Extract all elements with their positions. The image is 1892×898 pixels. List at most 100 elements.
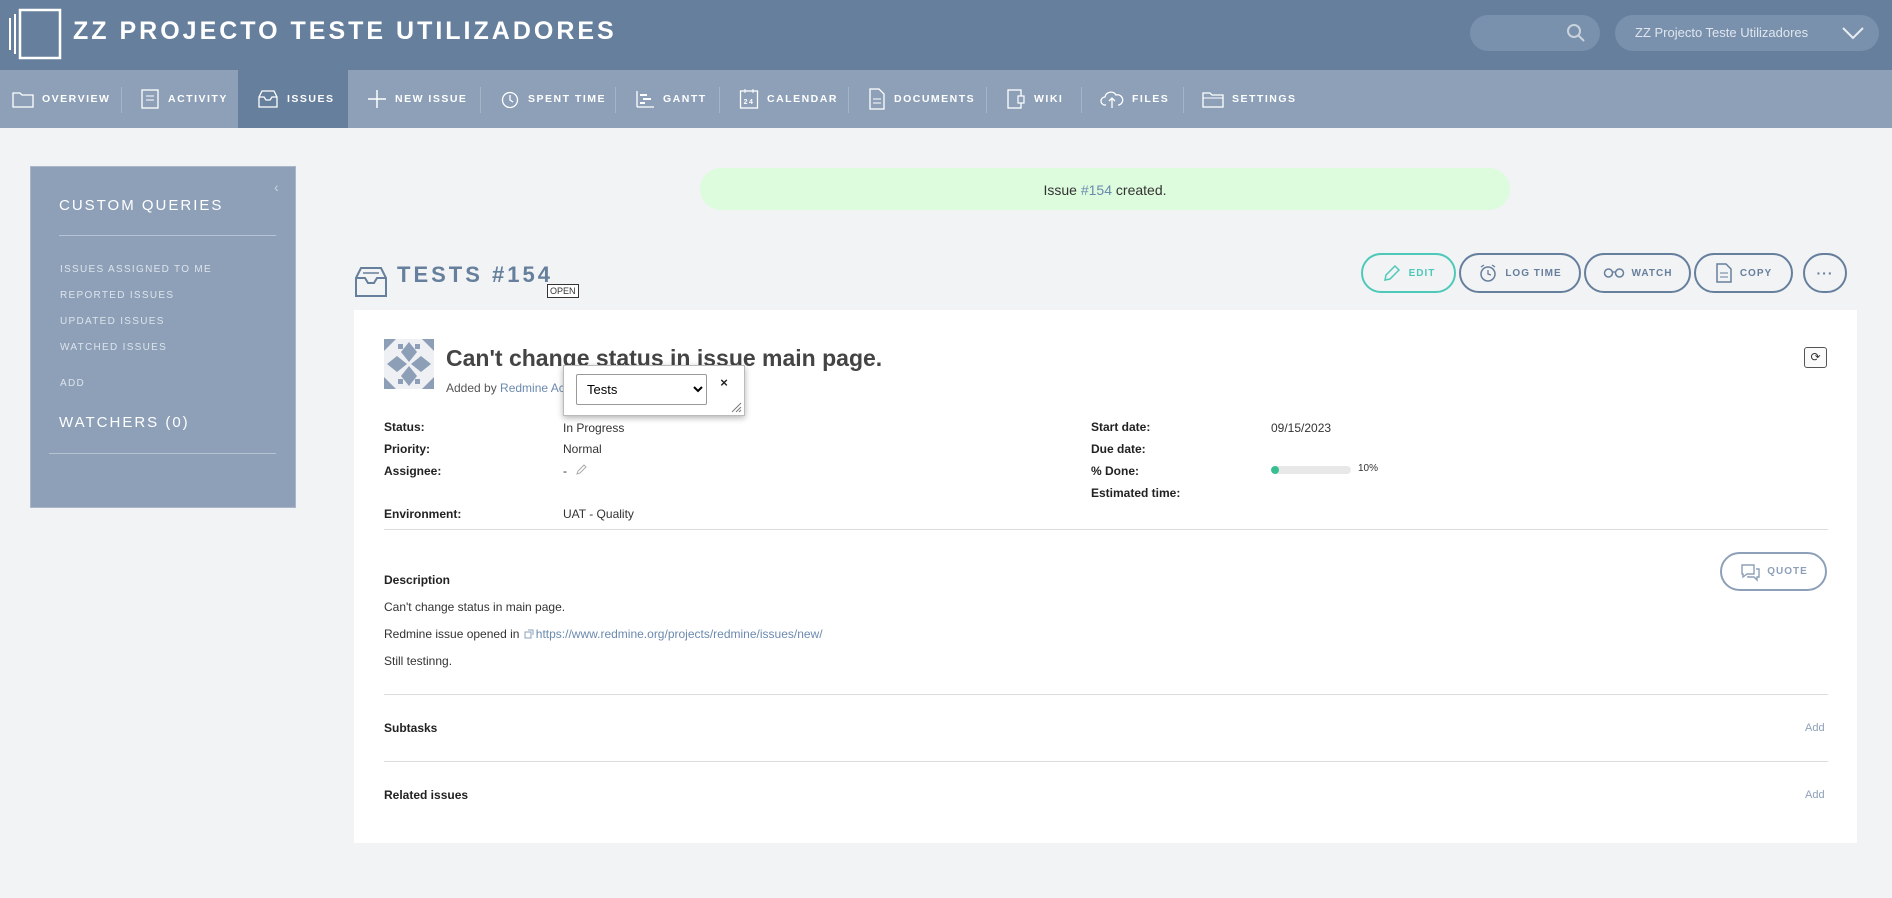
description-line: Redmine issue opened in https://www.redm… bbox=[384, 627, 823, 641]
tracker-edit-popup: Tests × bbox=[563, 365, 745, 416]
description-text: Redmine issue opened in bbox=[384, 627, 523, 641]
sidebar-add-link[interactable]: ADD bbox=[60, 378, 85, 389]
divider bbox=[384, 761, 1828, 762]
due-date-label: Due date: bbox=[1091, 442, 1146, 456]
flash-prefix: Issue bbox=[1043, 182, 1081, 198]
tab-gantt[interactable]: GANTT bbox=[635, 70, 707, 128]
quote-button[interactable]: QUOTE bbox=[1720, 552, 1827, 591]
environment-value[interactable]: UAT - Quality bbox=[563, 507, 634, 521]
watch-button[interactable]: WATCH bbox=[1584, 253, 1691, 293]
log-time-button[interactable]: LOG TIME bbox=[1459, 253, 1581, 293]
add-subtask-link[interactable]: Add bbox=[1805, 722, 1825, 734]
copy-label: COPY bbox=[1739, 267, 1773, 279]
tab-settings[interactable]: SETTINGS bbox=[1202, 70, 1297, 128]
tab-new-issue[interactable]: NEW ISSUE bbox=[367, 70, 467, 128]
subtasks-heading: Subtasks bbox=[384, 721, 438, 735]
issue-link[interactable]: #154 bbox=[1081, 182, 1112, 198]
assignee-value[interactable]: - bbox=[563, 464, 588, 478]
avatar bbox=[384, 339, 434, 389]
watch-label: WATCH bbox=[1631, 267, 1673, 279]
tab-label: DOCUMENTS bbox=[894, 93, 976, 105]
add-related-issue-link[interactable]: Add bbox=[1805, 789, 1825, 801]
alarm-clock-icon bbox=[1480, 264, 1497, 282]
priority-label: Priority: bbox=[384, 442, 431, 456]
tab-issues[interactable]: ISSUES bbox=[238, 70, 348, 128]
progress-fill bbox=[1271, 466, 1279, 474]
cloud-upload-icon bbox=[1100, 91, 1124, 108]
tab-label: WIKI bbox=[1034, 93, 1064, 105]
document-icon bbox=[869, 88, 885, 110]
estimated-time-label: Estimated time: bbox=[1091, 486, 1181, 500]
tab-wiki[interactable]: WIKI bbox=[1006, 70, 1063, 128]
assignee-label: Assignee: bbox=[384, 464, 442, 478]
folder-icon bbox=[12, 92, 34, 108]
logo-icon[interactable] bbox=[6, 8, 62, 60]
status-label: Status: bbox=[384, 420, 425, 434]
gantt-icon bbox=[636, 91, 654, 108]
pencil-icon[interactable] bbox=[576, 464, 588, 475]
tab-calendar[interactable]: 24 CALENDAR bbox=[739, 70, 838, 128]
inbox-icon bbox=[355, 267, 387, 297]
sidebar-link-watched[interactable]: WATCHED ISSUES bbox=[60, 342, 167, 353]
divider bbox=[384, 694, 1828, 695]
tab-documents[interactable]: DOCUMENTS bbox=[868, 70, 975, 128]
menu-divider bbox=[1081, 87, 1082, 113]
edit-button[interactable]: EDIT bbox=[1361, 253, 1456, 293]
menu-divider bbox=[719, 87, 720, 113]
menu-divider bbox=[1183, 87, 1184, 113]
tab-label: SETTINGS bbox=[1232, 93, 1297, 105]
tab-files[interactable]: FILES bbox=[1100, 70, 1169, 128]
sidebar-link-updated[interactable]: UPDATED ISSUES bbox=[60, 316, 165, 327]
assignee-text: - bbox=[563, 464, 567, 478]
quick-search-input[interactable] bbox=[1470, 15, 1600, 51]
tab-activity[interactable]: ACTIVITY bbox=[140, 70, 228, 128]
collapse-sidebar-icon[interactable]: ‹ bbox=[274, 179, 279, 195]
svg-text:24: 24 bbox=[744, 99, 755, 106]
calendar-icon: 24 bbox=[739, 89, 759, 109]
description-heading: Description bbox=[384, 573, 451, 587]
speech-bubble-icon bbox=[1741, 563, 1760, 582]
flash-notice: Issue #154 created. bbox=[700, 168, 1510, 210]
glasses-icon bbox=[1603, 268, 1624, 278]
percent-done-label: % Done: bbox=[1091, 464, 1139, 478]
sidebar-link-assigned[interactable]: ISSUES ASSIGNED TO ME bbox=[60, 264, 212, 275]
tracker-select[interactable]: Tests bbox=[576, 374, 707, 405]
more-actions-button[interactable]: ··· bbox=[1803, 253, 1847, 293]
tab-label: CALENDAR bbox=[767, 93, 838, 105]
divider bbox=[384, 529, 1828, 530]
start-date-value[interactable]: 09/15/2023 bbox=[1271, 421, 1331, 435]
tab-label: ACTIVITY bbox=[168, 93, 228, 105]
quote-label: QUOTE bbox=[1767, 566, 1808, 577]
progress-bar[interactable] bbox=[1271, 466, 1351, 474]
status-value[interactable]: In Progress bbox=[563, 421, 624, 435]
status-badge: OPEN bbox=[547, 284, 579, 298]
sidebar-link-reported[interactable]: REPORTED ISSUES bbox=[60, 290, 174, 301]
top-header: ZZ PROJECTO TESTE UTILIZADORES ZZ Projec… bbox=[0, 0, 1892, 70]
redmine-url-link[interactable]: https://www.redmine.org/projects/redmine… bbox=[536, 627, 823, 641]
added-by-prefix: Added by bbox=[446, 381, 501, 395]
project-jump-dropdown[interactable]: ZZ Projecto Teste Utilizadores bbox=[1615, 15, 1879, 51]
flash-suffix: created. bbox=[1112, 182, 1167, 198]
tab-overview[interactable]: OVERVIEW bbox=[12, 70, 110, 128]
start-date-label: Start date: bbox=[1091, 420, 1151, 434]
pencil-icon bbox=[1383, 264, 1400, 281]
project-jump-label: ZZ Projecto Teste Utilizadores bbox=[1635, 25, 1809, 40]
priority-value[interactable]: Normal bbox=[563, 442, 602, 456]
author-link[interactable]: Redmine Ac bbox=[500, 381, 565, 395]
activity-icon bbox=[141, 89, 159, 109]
issue-title: TESTS #154 bbox=[397, 262, 553, 287]
menu-divider bbox=[848, 87, 849, 113]
more-icon: ··· bbox=[1816, 265, 1834, 281]
clock-icon bbox=[501, 91, 519, 109]
menu-divider bbox=[986, 87, 987, 113]
refresh-button[interactable]: ⟳ bbox=[1804, 347, 1827, 368]
main-menu: OVERVIEW ACTIVITY ISSUES NEW ISSUE SPENT… bbox=[0, 70, 1892, 128]
tab-label: GANTT bbox=[663, 93, 707, 105]
close-icon[interactable]: × bbox=[714, 374, 734, 392]
copy-button[interactable]: COPY bbox=[1694, 253, 1793, 293]
resize-grip-icon[interactable] bbox=[730, 401, 742, 413]
tab-label: FILES bbox=[1132, 93, 1170, 105]
project-title[interactable]: ZZ PROJECTO TESTE UTILIZADORES bbox=[73, 17, 617, 46]
tab-spent-time[interactable]: SPENT TIME bbox=[500, 70, 606, 128]
tab-label: OVERVIEW bbox=[42, 93, 111, 105]
